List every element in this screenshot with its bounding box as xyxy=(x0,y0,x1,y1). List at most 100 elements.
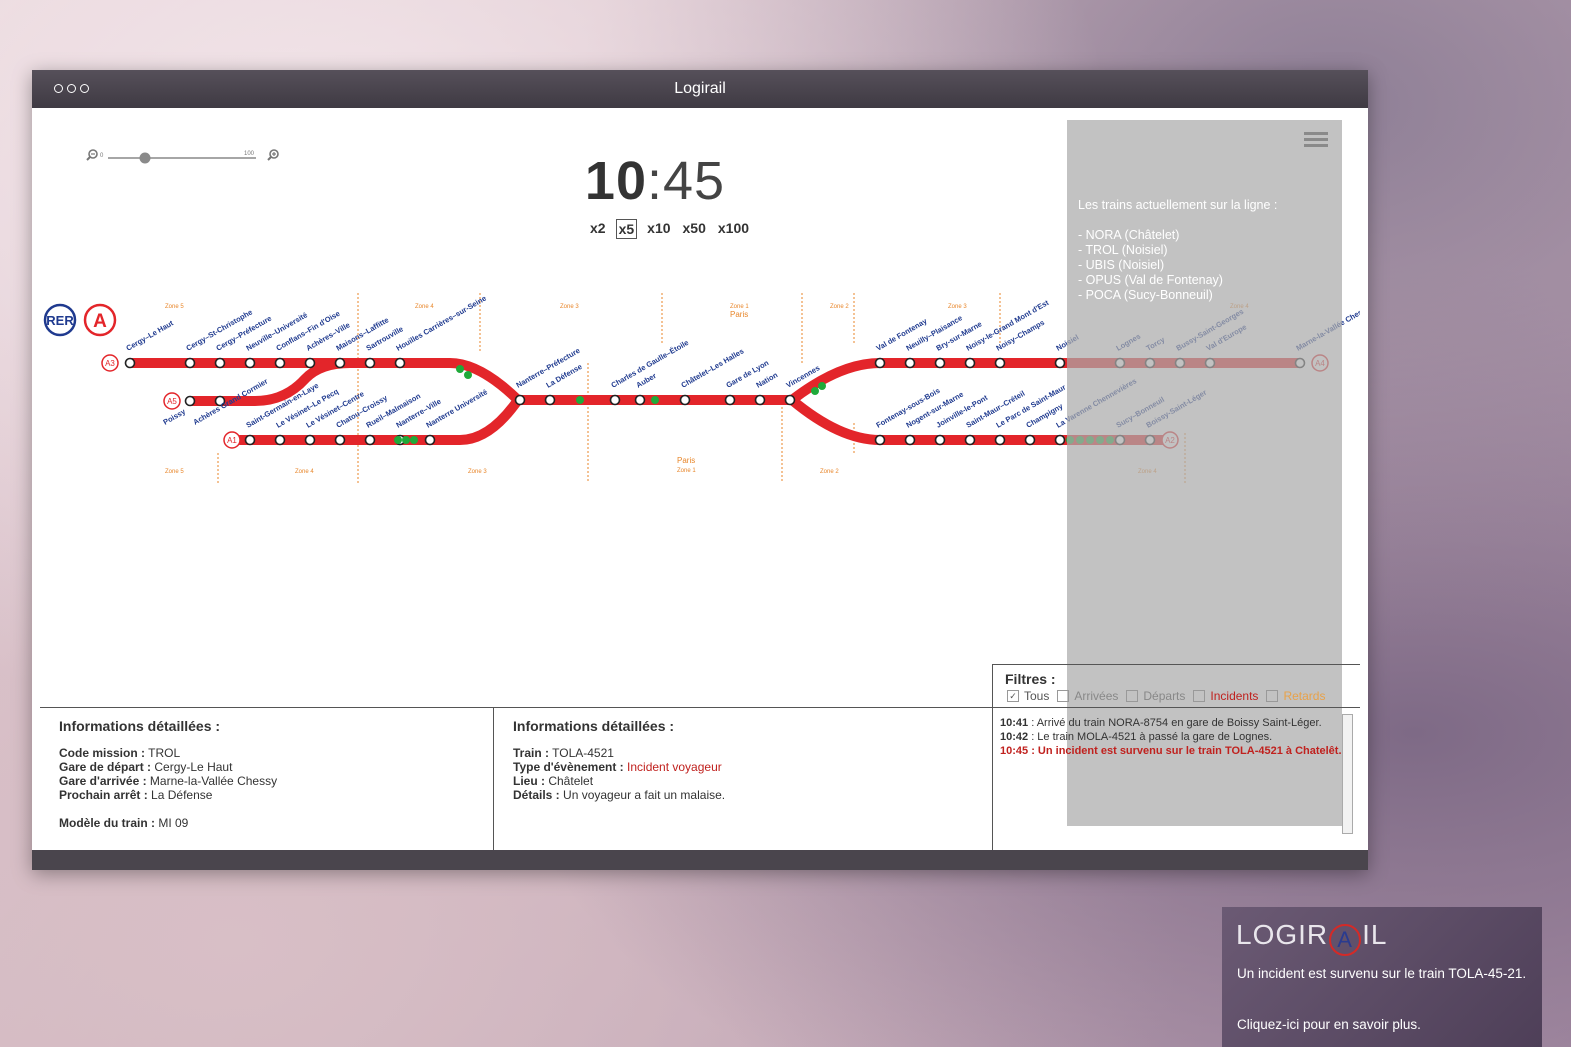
station-stop[interactable] xyxy=(334,357,346,369)
branch-A5: A5 xyxy=(163,392,181,410)
filter-3[interactable]: Incidents xyxy=(1193,689,1258,703)
station-stop[interactable] xyxy=(874,434,886,446)
window-title: Logirail xyxy=(674,80,726,97)
station-stop[interactable] xyxy=(364,434,376,446)
event-details-title: Informations détaillées : xyxy=(513,718,675,734)
event-details-label: Détails : xyxy=(513,788,560,802)
train-list-item[interactable]: - OPUS (Val de Fontenay) xyxy=(1078,273,1277,288)
checkbox-icon[interactable] xyxy=(1057,690,1070,702)
filter-2[interactable]: Départs xyxy=(1126,689,1185,703)
checkbox-icon[interactable] xyxy=(1126,690,1139,702)
station-stop[interactable] xyxy=(244,434,256,446)
zone-label: Zone 5 xyxy=(165,304,184,310)
log-time: 10:45 xyxy=(1000,745,1029,757)
train-list-item[interactable]: - TROL (Noisiel) xyxy=(1078,243,1277,258)
station-stop[interactable] xyxy=(964,357,976,369)
train-marker[interactable] xyxy=(811,387,819,395)
station-stop[interactable] xyxy=(304,357,316,369)
train-marker[interactable] xyxy=(651,396,659,404)
station-stop[interactable] xyxy=(304,434,316,446)
next-stop-value: La Défense xyxy=(151,788,213,802)
filter-1[interactable]: Arrivées xyxy=(1057,689,1118,703)
station-stop[interactable] xyxy=(934,357,946,369)
filter-0[interactable]: ✓ Tous xyxy=(1007,689,1049,703)
speed-x50[interactable]: x50 xyxy=(681,219,708,239)
station-stop[interactable] xyxy=(334,434,346,446)
filter-4[interactable]: Retards xyxy=(1266,689,1325,703)
train-list-item[interactable]: - UBIS (Noisiel) xyxy=(1078,258,1277,273)
station-stop[interactable] xyxy=(514,394,526,406)
speed-x2[interactable]: x2 xyxy=(588,219,608,239)
speed-x10[interactable]: x10 xyxy=(645,219,672,239)
zone-label: Paris xyxy=(730,310,748,319)
station-stop[interactable] xyxy=(184,395,196,407)
station-stop[interactable] xyxy=(184,357,196,369)
log-scrollbar[interactable] xyxy=(1342,714,1353,834)
filter-label: Tous xyxy=(1024,689,1050,703)
train-marker[interactable] xyxy=(456,365,464,373)
notification-more-link[interactable]: Cliquez-ici pour en savoir plus. xyxy=(1237,1017,1421,1032)
checkbox-icon[interactable]: ✓ xyxy=(1007,690,1019,702)
station-stop[interactable] xyxy=(1054,434,1066,446)
station-stop[interactable] xyxy=(784,394,796,406)
incident-notification[interactable]: LOGIR A IL Un incident est survenu sur le … xyxy=(1222,907,1542,1047)
hamburger-menu-icon[interactable] xyxy=(1304,132,1328,150)
zone-label: Zone 2 xyxy=(830,304,849,310)
line-a-badge: A xyxy=(83,303,117,337)
station-stop[interactable] xyxy=(544,394,556,406)
log-entry[interactable]: 10:45 : Un incident est survenu sur le t… xyxy=(1000,744,1342,758)
station-stop[interactable] xyxy=(934,434,946,446)
checkbox-icon[interactable] xyxy=(1193,690,1206,702)
train-marker[interactable] xyxy=(394,436,402,444)
next-stop-label: Prochain arrêt : xyxy=(59,788,148,802)
train-list-item[interactable]: - POCA (Sucy-Bonneuil) xyxy=(1078,288,1277,303)
station-stop[interactable] xyxy=(634,394,646,406)
station-stop[interactable] xyxy=(274,357,286,369)
station-stop[interactable] xyxy=(424,434,436,446)
speed-x5[interactable]: x5 xyxy=(615,219,638,239)
station-stop[interactable] xyxy=(244,357,256,369)
checkbox-icon[interactable] xyxy=(1266,690,1279,702)
station-stop[interactable] xyxy=(874,357,886,369)
zone-label: Zone 3 xyxy=(948,304,967,310)
departure-label: Gare de départ : xyxy=(59,760,152,774)
train-details-panel: Informations détaillées : Code mission :… xyxy=(40,708,493,850)
station-label: Poissy xyxy=(162,406,188,426)
train-marker[interactable] xyxy=(410,436,418,444)
station-stop[interactable] xyxy=(754,394,766,406)
speed-x100[interactable]: x100 xyxy=(716,219,751,239)
station-stop[interactable] xyxy=(214,357,226,369)
station-stop[interactable] xyxy=(124,357,136,369)
train-marker[interactable] xyxy=(576,396,584,404)
title-bar: Logirail xyxy=(32,70,1368,108)
station-stop[interactable] xyxy=(1054,357,1066,369)
window-bottom-bar xyxy=(32,850,1368,870)
log-time: 10:41 xyxy=(1000,717,1029,729)
log-entry[interactable]: 10:41 : Arrivé du train NORA-8754 en gar… xyxy=(1000,716,1342,730)
station-stop[interactable] xyxy=(609,394,621,406)
train-list-item[interactable]: - NORA (Châtelet) xyxy=(1078,228,1277,243)
app-window: Logirail 0 100 10:45 x2x5x10x50x100 xyxy=(32,70,1368,870)
train-marker[interactable] xyxy=(818,382,826,390)
event-place-value: Châtelet xyxy=(548,774,594,788)
station-stop[interactable] xyxy=(274,434,286,446)
station-stop[interactable] xyxy=(679,394,691,406)
station-stop[interactable] xyxy=(904,434,916,446)
station-stop[interactable] xyxy=(994,434,1006,446)
station-stop[interactable] xyxy=(904,357,916,369)
station-stop[interactable] xyxy=(994,357,1006,369)
zone-label: Zone 1 xyxy=(677,468,696,474)
train-marker[interactable] xyxy=(402,436,410,444)
log-entry[interactable]: 10:42 : Le train MOLA-4521 à passé la ga… xyxy=(1000,730,1342,744)
train-marker[interactable] xyxy=(464,371,472,379)
filter-label: Départs xyxy=(1143,689,1186,703)
mission-label: Code mission : xyxy=(59,746,146,760)
station-stop[interactable] xyxy=(964,434,976,446)
station-stop[interactable] xyxy=(724,394,736,406)
arrival-value: Marne-la-Vallée Chessy xyxy=(149,774,278,788)
zone-label: Zone 3 xyxy=(560,304,579,310)
station-stop[interactable] xyxy=(1024,434,1036,446)
station-stop[interactable] xyxy=(394,357,406,369)
station-stop[interactable] xyxy=(364,357,376,369)
station-label: Nation xyxy=(755,370,780,390)
